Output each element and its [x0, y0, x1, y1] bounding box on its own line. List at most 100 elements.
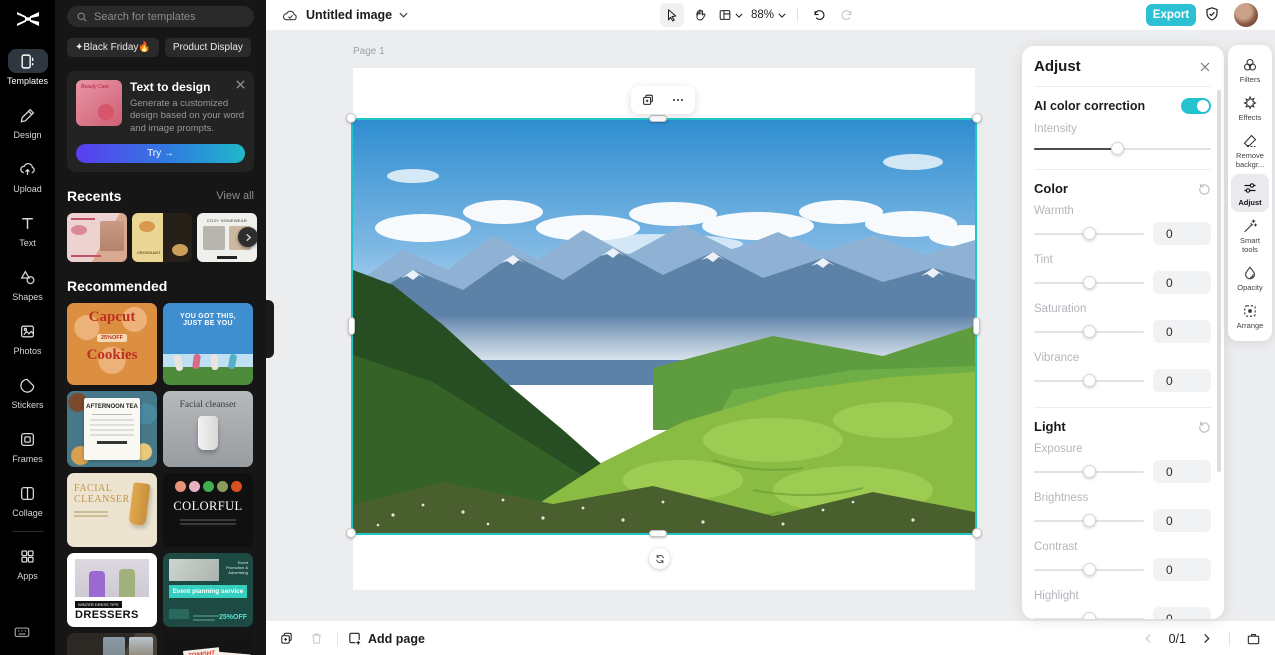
warmth-slider[interactable] [1034, 227, 1144, 240]
search-input[interactable]: Search for templates [67, 6, 254, 27]
sidebar-item-upload[interactable]: Upload [0, 149, 55, 203]
exposure-slider[interactable] [1034, 465, 1144, 478]
template-thumb-facial-cleanser-grey[interactable]: Facial cleanser [163, 391, 253, 468]
reset-color-icon[interactable] [1198, 182, 1211, 195]
template-thumb-you-got-this[interactable]: YOU GOT THIS, JUST BE YOU [163, 303, 253, 386]
tool-smart-tools[interactable]: Smart tools [1231, 212, 1269, 259]
redo-button[interactable] [835, 3, 859, 27]
exposure-value[interactable]: 0 [1153, 460, 1211, 483]
present-button[interactable] [1241, 627, 1265, 651]
sidebar-item-text[interactable]: Text [0, 203, 55, 257]
selection-handle-top-right[interactable] [972, 113, 982, 123]
tool-adjust[interactable]: Adjust [1231, 174, 1269, 212]
recent-thumb-croissant[interactable]: CROISSANT [132, 213, 192, 263]
text-to-design-card[interactable]: Beauty Care Text to design Generate a cu… [67, 71, 254, 173]
keyboard-shortcuts-icon[interactable] [13, 623, 31, 641]
page-indicator: 0/1 [1168, 631, 1186, 646]
top-bar: Untitled image 88% Export [266, 0, 1275, 30]
chip-product-display[interactable]: Product Display [164, 38, 251, 57]
brightness-value[interactable]: 0 [1153, 509, 1211, 532]
sidebar-item-design[interactable]: Design [0, 95, 55, 149]
ai-color-correction-toggle[interactable] [1181, 98, 1211, 114]
tool-opacity[interactable]: Opacity [1231, 259, 1269, 297]
sidebar-item-frames[interactable]: Frames [0, 419, 55, 473]
next-page-button[interactable] [1194, 627, 1218, 651]
sidebar-item-stickers[interactable]: Stickers [0, 365, 55, 419]
shield-check-icon[interactable] [1204, 6, 1220, 22]
selection-handle-top-left[interactable] [346, 113, 356, 123]
tool-filters[interactable]: Filters [1231, 51, 1269, 89]
sidebar-item-shapes[interactable]: Shapes [0, 257, 55, 311]
template-thumb-tonight[interactable]: TONIGHT TONIGHT [163, 633, 253, 655]
highlight-slider[interactable] [1034, 612, 1144, 619]
warmth-value[interactable]: 0 [1153, 222, 1211, 245]
close-icon[interactable] [1199, 61, 1211, 73]
toolbar-divider [797, 8, 799, 22]
selection-handle-right[interactable] [973, 317, 980, 335]
selection-handle-bottom-right[interactable] [972, 528, 982, 538]
recents-next-button[interactable] [238, 227, 258, 248]
sidebar-item-collage[interactable]: Collage [0, 473, 55, 527]
selection-handle-bottom-left[interactable] [346, 528, 356, 538]
vibrance-slider[interactable] [1034, 374, 1144, 387]
close-icon[interactable] [235, 79, 246, 90]
duplicate-button[interactable] [635, 89, 661, 111]
template-thumb-afternoon-tea[interactable]: AFTERNOON TEA [67, 391, 157, 468]
template-thumb-dressers[interactable]: WINTER DRESS TIPS DRESSERS [67, 553, 157, 628]
template-thumb-colorful[interactable]: COLORFUL [163, 473, 253, 548]
saturation-slider[interactable] [1034, 325, 1144, 338]
selection-handle-bottom[interactable] [649, 530, 667, 537]
chip-black-friday[interactable]: ✦Black Friday🔥 [67, 38, 159, 57]
duplicate-page-button[interactable] [274, 627, 298, 651]
avatar[interactable] [1234, 3, 1258, 27]
export-button[interactable]: Export [1146, 4, 1196, 26]
more-options-button[interactable] [665, 89, 691, 111]
saturation-value[interactable]: 0 [1153, 320, 1211, 343]
highlight-value[interactable]: 0 [1153, 607, 1211, 619]
selection-handle-top[interactable] [649, 115, 667, 122]
intensity-slider[interactable] [1034, 142, 1211, 155]
toolbar-divider [337, 631, 338, 646]
template-thumb-cookies[interactable]: Capcut 25%OFF Cookies [67, 303, 157, 386]
contrast-value[interactable]: 0 [1153, 558, 1211, 581]
try-button[interactable]: Try → [76, 144, 245, 164]
slider-label: Highlight [1034, 590, 1079, 602]
template-thumb-facial-cleanser-beige[interactable]: FACIAL CLEANSER [67, 473, 157, 548]
vibrance-value[interactable]: 0 [1153, 369, 1211, 392]
previous-page-button[interactable] [1137, 627, 1161, 651]
mountain-image[interactable] [353, 120, 975, 533]
recent-thumb-beauty[interactable] [67, 213, 127, 263]
chevron-down-icon[interactable] [399, 12, 408, 18]
brightness-slider[interactable] [1034, 514, 1144, 527]
template-thumb-spare-time[interactable]: Spare time looking for [67, 633, 157, 655]
sidebar-item-photos[interactable]: Photos [0, 311, 55, 365]
sidebar-item-apps[interactable]: Apps [0, 536, 55, 590]
hand-tool-button[interactable] [688, 3, 712, 27]
undo-icon [814, 10, 825, 20]
promo-thumbnail: Beauty Care [76, 80, 122, 126]
reset-light-icon[interactable] [1198, 420, 1211, 433]
tint-slider[interactable] [1034, 276, 1144, 289]
divider [1034, 169, 1211, 170]
zoom-level-button[interactable]: 88% [749, 3, 788, 27]
document-title[interactable]: Untitled image [306, 8, 392, 22]
capcut-logo-icon[interactable] [13, 7, 43, 31]
panel-collapse-handle[interactable] [266, 300, 274, 358]
select-tool-button[interactable] [660, 3, 684, 27]
sidebar-item-templates[interactable]: Templates [0, 41, 55, 95]
view-all-link[interactable]: View all [216, 190, 254, 202]
template-thumb-event-planning[interactable]: Event Promotion & Advertising Event plan… [163, 553, 253, 628]
delete-page-button[interactable] [304, 627, 328, 651]
tool-arrange[interactable]: Arrange [1231, 297, 1269, 335]
add-page-button[interactable]: Add page [347, 631, 425, 646]
undo-button[interactable] [807, 3, 831, 27]
rotate-handle[interactable] [649, 548, 670, 569]
tool-remove-background[interactable]: Remove backgr... [1231, 127, 1269, 174]
tint-value[interactable]: 0 [1153, 271, 1211, 294]
selection-handle-left[interactable] [348, 317, 355, 335]
tool-effects[interactable]: Effects [1231, 89, 1269, 127]
canvas-size-button[interactable] [716, 3, 745, 27]
templates-panel: Search for templates ✦Black Friday🔥 Prod… [55, 0, 266, 655]
panel-scrollbar[interactable] [1217, 90, 1221, 472]
contrast-slider[interactable] [1034, 563, 1144, 576]
